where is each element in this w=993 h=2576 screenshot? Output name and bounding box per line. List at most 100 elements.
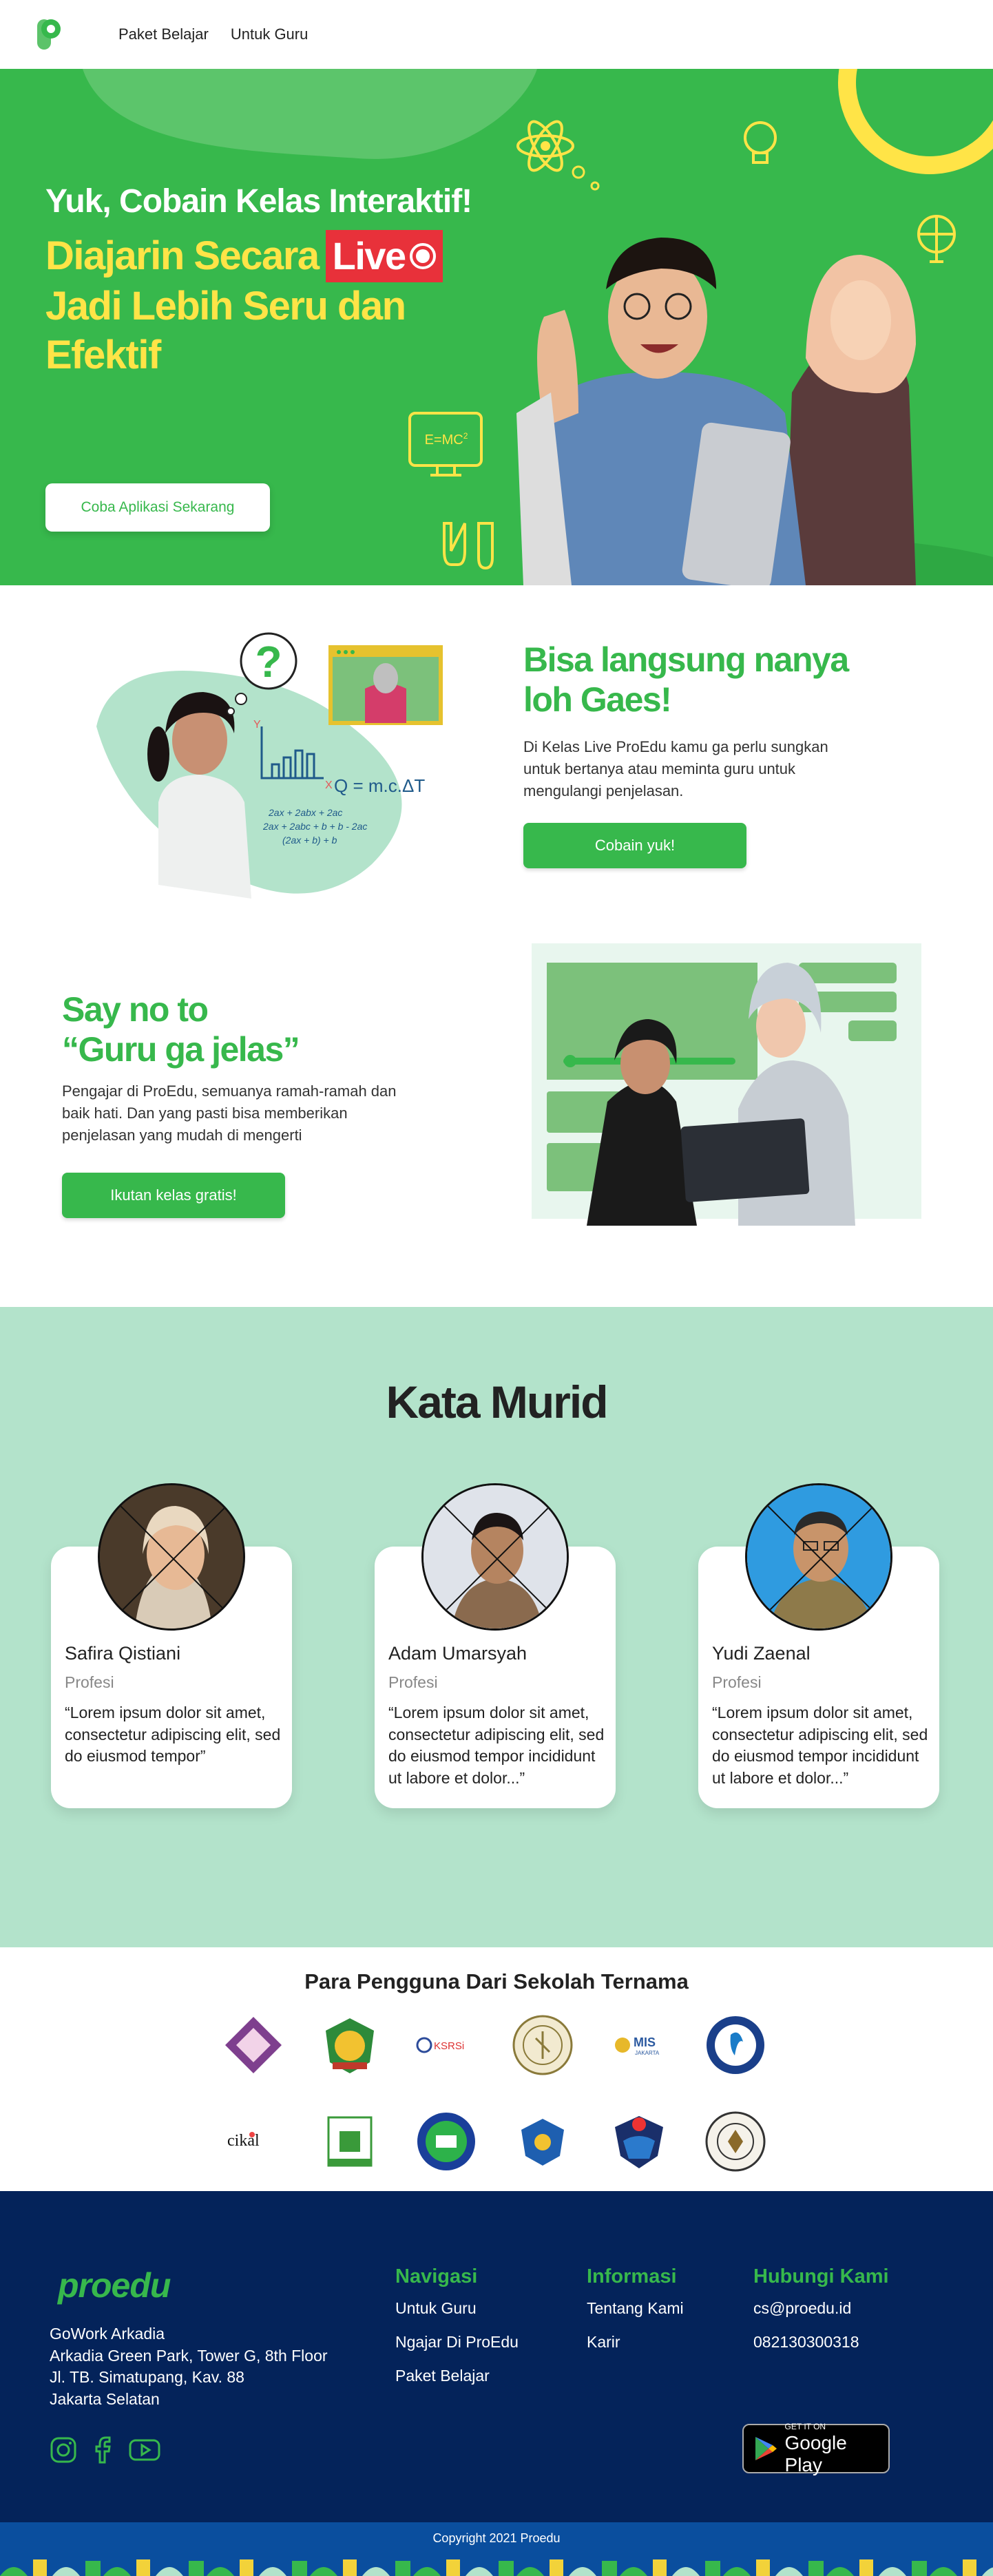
top-nav: Paket Belajar Untuk Guru — [0, 0, 993, 69]
live-record-icon — [409, 243, 436, 269]
feature-ask-desc-line-3: mengulangi penjelasan. — [523, 782, 684, 799]
svg-text:MIS: MIS — [634, 2035, 656, 2049]
testimonial-quote: “Lorem ipsum dolor sit amet, consectetur… — [388, 1704, 605, 1788]
instagram-icon[interactable] — [50, 2436, 77, 2464]
feature-ask-title-line-1: Bisa langsung nanya — [523, 640, 849, 679]
live-badge: Live — [325, 230, 443, 282]
svg-text:JAKARTA: JAKARTA — [635, 2050, 660, 2056]
feature-teacher-desc-line-1: Pengajar di ProEdu, semuanya ramah-ramah… — [62, 1082, 397, 1100]
footer-nav-title: Navigasi — [395, 2265, 478, 2287]
svg-text:KSRSi: KSRSi — [434, 2040, 464, 2052]
facebook-icon[interactable] — [92, 2436, 113, 2464]
testimonials-section: Kata Murid Safira Qistiani Profesi “Lore… — [0, 1307, 993, 1947]
school-logo: cikal — [222, 2110, 285, 2173]
testimonial-quote: “Lorem ipsum dolor sit amet, consectetur… — [712, 1704, 928, 1788]
school-logo: KSRSi — [415, 2013, 478, 2077]
google-play-button[interactable]: GET IT ON Google Play — [742, 2421, 890, 2475]
address-line: Jl. TB. Simatupang, Kav. 88 — [50, 2368, 244, 2387]
footer-email[interactable]: cs@proedu.id — [753, 2299, 889, 2318]
school-logo — [318, 2110, 381, 2173]
hero-line-1: Yuk, Cobain Kelas Interaktif! — [45, 183, 472, 220]
svg-text:2ax + 2abc + b + b - 2ac: 2ax + 2abc + b + b - 2ac — [262, 821, 367, 832]
feature-ask-desc-line-1: Di Kelas Live ProEdu kamu ga perlu sungk… — [523, 738, 828, 755]
feature-teacher-title: Say no to “Guru ga jelas” — [62, 990, 448, 1069]
feature-ask-title-line-2: loh Gaes! — [523, 680, 672, 719]
school-logo: MIS JAKARTA — [607, 2013, 671, 2077]
address-line: Arkadia Green Park, Tower G, 8th Floor — [50, 2346, 328, 2365]
testimonial-name: Adam Umarsyah — [388, 1643, 527, 1664]
cobain-yuk-button[interactable]: Cobain yuk! — [523, 822, 746, 868]
address-line: Jakarta Selatan — [50, 2390, 160, 2409]
feature-teacher-desc-line-2: baik hati. Dan yang pasti bisa memberika… — [62, 1104, 348, 1122]
footer-link-paket-belajar[interactable]: Paket Belajar — [395, 2367, 519, 2385]
footer-info-title: Informasi — [587, 2265, 677, 2287]
svg-text:(2ax + b) + b: (2ax + b) + b — [282, 835, 337, 846]
footer-link-ngajar[interactable]: Ngajar Di ProEdu — [395, 2333, 519, 2352]
teachers-laptop-illustration — [532, 943, 921, 1226]
school-logo — [511, 2110, 574, 2173]
svg-text:Q = m.c.ΔT: Q = m.c.ΔT — [334, 775, 425, 796]
testimonial-name: Safira Qistiani — [65, 1643, 181, 1664]
hero-headline: Yuk, Cobain Kelas Interaktif! Diajarin S… — [45, 182, 527, 380]
footer-phone[interactable]: 082130300318 — [753, 2333, 889, 2352]
nav-untuk-guru[interactable]: Untuk Guru — [231, 25, 309, 43]
schools-title: Para Pengguna Dari Sekolah Ternama — [304, 1969, 689, 1993]
schools-section: Para Pengguna Dari Sekolah Ternama KSRSi… — [0, 1947, 993, 2191]
copyright-text: Copyright 2021 Proedu — [432, 2531, 561, 2545]
formula-superscript: 2 — [463, 431, 468, 441]
ask-teacher-illustration: ? Y X Q = m.c.ΔT 2ax + 2abx + 2ac 2ax + … — [96, 632, 443, 899]
feature-teacher-description: Pengajar di ProEdu, semuanya ramah-ramah… — [62, 1080, 448, 1146]
feature-ask-description: Di Kelas Live ProEdu kamu ga perlu sungk… — [523, 736, 881, 802]
avatar — [421, 1483, 569, 1631]
feature-teacher-title-line-2: “Guru ga jelas” — [62, 1029, 300, 1069]
hero-line-4: Efektif — [45, 332, 161, 377]
nav-paket-belajar[interactable]: Paket Belajar — [118, 25, 209, 43]
testimonial-role: Profesi — [65, 1673, 114, 1691]
hero-line-2-text: Diajarin Secara — [45, 233, 320, 278]
svg-text:2ax + 2abx + 2ac: 2ax + 2abx + 2ac — [268, 807, 342, 818]
address-line: GoWork Arkadia — [50, 2325, 165, 2343]
feature-teacher-section: Say no to “Guru ga jelas” Pengajar di Pr… — [0, 943, 993, 1307]
school-logo — [704, 2013, 767, 2077]
footer-contact-column: Hubungi Kami cs@proedu.id 082130300318 — [753, 2265, 889, 2367]
avatar — [98, 1483, 245, 1631]
try-app-button[interactable]: Coba Aplikasi Sekarang — [45, 483, 270, 532]
footer-link-karir[interactable]: Karir — [587, 2333, 684, 2352]
footer-brand-logo[interactable]: proedu — [58, 2265, 171, 2305]
testimonial-role: Profesi — [388, 1673, 438, 1691]
feature-ask-section: ? Y X Q = m.c.ΔT 2ax + 2abx + 2ac 2ax + … — [0, 585, 993, 943]
footer: proedu GoWork Arkadia Arkadia Green Park… — [0, 2191, 993, 2576]
teacher-video-screen — [328, 645, 443, 725]
feature-teacher-desc-line-3: penjelasan yang mudah di mengerti — [62, 1126, 302, 1144]
question-mark: ? — [255, 637, 282, 687]
feature-teacher-text: Say no to “Guru ga jelas” Pengajar di Pr… — [62, 990, 448, 1218]
footer-pattern — [0, 2554, 993, 2576]
school-logo — [222, 2013, 285, 2077]
testimonial-name: Yudi Zaenal — [712, 1643, 811, 1664]
youtube-icon[interactable] — [128, 2436, 161, 2464]
feature-ask-title: Bisa langsung nanya loh Gaes! — [523, 640, 881, 720]
footer-nav-column: Navigasi Untuk Guru Ngajar Di ProEdu Pak… — [395, 2265, 519, 2400]
school-logo — [607, 2110, 671, 2173]
live-label: Live — [332, 233, 407, 278]
school-logo — [318, 2013, 381, 2077]
formula-text: E=MC2 — [425, 431, 468, 448]
footer-info-column: Informasi Tentang Kami Karir — [587, 2265, 684, 2367]
avatar — [745, 1483, 892, 1631]
footer-link-tentang-kami[interactable]: Tentang Kami — [587, 2299, 684, 2318]
feature-teacher-title-line-1: Say no to — [62, 990, 209, 1029]
footer-link-untuk-guru[interactable]: Untuk Guru — [395, 2299, 519, 2318]
testimonial-role: Profesi — [712, 1673, 762, 1691]
testimonial-quote: “Lorem ipsum dolor sit amet, consectetur… — [65, 1704, 281, 1766]
school-logo — [511, 2013, 574, 2077]
proedu-logo-icon[interactable] — [36, 17, 63, 52]
ikutan-kelas-button[interactable]: Ikutan kelas gratis! — [62, 1172, 285, 1218]
footer-address: GoWork Arkadia Arkadia Green Park, Tower… — [50, 2323, 328, 2411]
feature-ask-desc-line-2: untuk bertanya atau meminta guru untuk — [523, 760, 796, 777]
school-logo — [704, 2110, 767, 2173]
hero-line-2: Diajarin Secara Live — [45, 230, 527, 282]
google-play-small-label: GET IT ON — [784, 2421, 826, 2431]
testimonials-title: Kata Murid — [386, 1376, 608, 1427]
svg-text:X: X — [325, 779, 333, 791]
hero-students-image — [516, 238, 993, 585]
